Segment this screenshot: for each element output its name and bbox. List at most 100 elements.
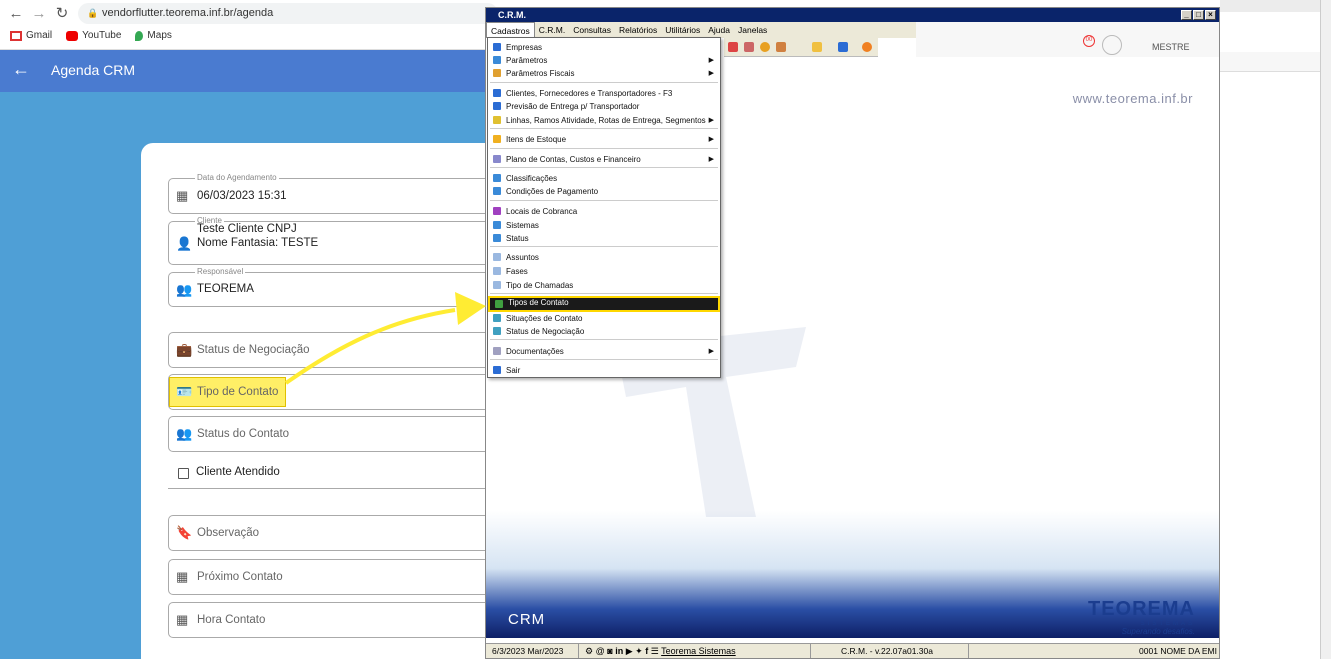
close-button[interactable]: × (1205, 10, 1216, 20)
menu-item-label: Tipos de Contato (508, 298, 569, 307)
menu-ajuda[interactable]: Ajuda (704, 22, 734, 38)
status-contato-field[interactable]: 👥 Status do Contato (168, 416, 498, 452)
menu-item-sistemas[interactable]: Sistemas (488, 219, 720, 232)
responsavel-field[interactable]: Responsável 👥 TEOREMA (168, 267, 498, 307)
menu-separator (490, 339, 718, 340)
email-icon[interactable]: @ (596, 646, 605, 656)
instagram-icon[interactable]: ◙ (607, 646, 612, 656)
app-header: ← Agenda CRM (0, 50, 486, 92)
hora-contato-field[interactable]: ▦ Hora Contato (168, 602, 498, 638)
teorema-sistemas-link[interactable]: Teorema Sistemas (661, 646, 736, 656)
menu-item-label: Itens de Estoque (506, 135, 567, 144)
menu-item-situacoes-de-contato[interactable]: Situações de Contato (488, 312, 720, 325)
group-icon: 👥 (176, 282, 193, 297)
agenda-tool-icon[interactable] (744, 42, 754, 52)
menu-item-classificacoes[interactable]: Classificações (488, 172, 720, 185)
menu-item-assuntos[interactable]: Assuntos (488, 251, 720, 264)
form-card: Data do Agendamento ▦ 06/03/2023 15:31 C… (141, 143, 498, 659)
menu-item-icon (493, 253, 501, 261)
address-bar[interactable]: 🔒 vendorflutter.teorema.inf.br/agenda (78, 3, 498, 24)
menu-crm[interactable]: C.R.M. (535, 22, 569, 38)
cliente-atendido-checkbox[interactable] (178, 468, 189, 479)
data-agendamento-field[interactable]: Data do Agendamento ▦ 06/03/2023 15:31 (168, 173, 498, 214)
reload-icon[interactable]: ↻ (54, 6, 70, 22)
menu-item-tipos-de-contato[interactable]: Tipos de Contato (488, 296, 720, 312)
status-negociacao-field[interactable]: 💼 Status de Negociação (168, 332, 498, 368)
menu-separator (490, 246, 718, 247)
menu-utilitarios[interactable]: Utilitários (661, 22, 704, 38)
user-name: MESTRE (1152, 42, 1190, 52)
background-window (1220, 0, 1331, 659)
website-watermark: www.teorema.inf.br (1072, 91, 1193, 106)
star-tool-icon[interactable] (812, 42, 822, 52)
menu-item-plano-de-contas-custos-e-financeiro[interactable]: Plano de Contas, Custos e Financeiro ▶ (488, 153, 720, 166)
youtube-icon[interactable]: ▶ (626, 646, 633, 656)
menu-item-fases[interactable]: Fases (488, 265, 720, 278)
menu-item-clientes-fornecedores-e-transportadores-f3[interactable]: Clientes, Fornecedores e Transportadores… (488, 87, 720, 100)
menu-item-label: Empresas (506, 43, 543, 52)
menu-item-documentacoes[interactable]: Documentações ▶ (488, 345, 720, 358)
menu-item-itens-de-estoque[interactable]: Itens de Estoque ▶ (488, 133, 720, 146)
back-arrow-icon[interactable]: ← (12, 59, 30, 80)
menu-separator (490, 148, 718, 149)
forward-icon[interactable]: → (31, 6, 47, 22)
info-tool-icon[interactable] (838, 42, 848, 52)
proximo-contato-field[interactable]: ▦ Próximo Contato (168, 559, 498, 595)
teorema-logo: TEOREMA SISTEMAS Superando desafios. (1088, 598, 1195, 636)
bookmark-gmail[interactable]: Gmail (10, 30, 52, 41)
back-icon[interactable]: ← (8, 6, 24, 22)
menu-item-linhas-ramos-atividade-rotas-de-entrega-segmentos[interactable]: Linhas, Ramos Atividade, Rotas de Entreg… (488, 114, 720, 127)
menu-consultas[interactable]: Consultas (569, 22, 615, 38)
menu-item-icon (493, 135, 501, 143)
menu-item-label: Clientes, Fornecedores e Transportadores… (506, 89, 673, 98)
menu-separator (490, 128, 718, 129)
menu-relatorios[interactable]: Relatórios (615, 22, 661, 38)
menu-item-status[interactable]: Status (488, 232, 720, 245)
menu-cadastros[interactable]: Cadastros (486, 22, 535, 38)
menu-janelas[interactable]: Janelas (734, 22, 771, 38)
minimize-button[interactable]: _ (1181, 10, 1192, 20)
cliente-field[interactable]: Cliente 👤 Teste Cliente CNPJ Nome Fantas… (168, 216, 498, 265)
menu-item-parametros[interactable]: Parâmetros ▶ (488, 54, 720, 67)
bookmark-youtube[interactable]: YouTube (66, 30, 121, 41)
tipo-contato-field[interactable]: 🪪 Tipo de Contato (168, 374, 498, 410)
menu-separator (490, 359, 718, 360)
menu-item-parametros-fiscais[interactable]: Parâmetros Fiscais ▶ (488, 67, 720, 80)
clock-tool-icon[interactable] (760, 42, 770, 52)
observacao-field[interactable]: 🔖 Observação (168, 515, 498, 551)
menu-item-empresas[interactable]: Empresas (488, 41, 720, 54)
twitter-icon[interactable]: ✦ (635, 646, 643, 656)
maps-icon (135, 30, 144, 41)
menu-item-sair[interactable]: Sair (488, 364, 720, 377)
menu-item-label: Condições de Pagamento (506, 187, 599, 196)
menu-item-label: Status (506, 234, 529, 243)
maximize-button[interactable]: □ (1193, 10, 1204, 20)
person-icon: 👤 (176, 236, 193, 251)
support-icon[interactable]: ⚙ (585, 646, 593, 656)
youtube-icon (66, 30, 79, 41)
menu-item-status-de-negociacao[interactable]: Status de Negociação (488, 325, 720, 338)
menu-item-label: Documentações (506, 347, 564, 356)
menu-item-label: Parâmetros Fiscais (506, 69, 575, 78)
avatar-icon[interactable] (1102, 35, 1122, 55)
menu-item-label: Fases (506, 267, 528, 276)
linkedin-icon[interactable]: in (615, 646, 623, 656)
report-tool-icon[interactable] (776, 42, 786, 52)
menu-item-locais-de-cobranca[interactable]: Locais de Cobranca (488, 205, 720, 218)
menu-separator (490, 293, 718, 294)
notification-icon[interactable]: 00 (1083, 35, 1095, 47)
calendar-tool-icon[interactable] (728, 42, 738, 52)
facebook-icon[interactable]: f (645, 646, 648, 656)
menu-item-previsao-de-entrega-p-transportador[interactable]: Previsão de Entrega p/ Transportador (488, 100, 720, 113)
menu-item-icon (493, 56, 501, 64)
bookmark-maps[interactable]: Maps (135, 30, 172, 41)
power-tool-icon[interactable] (862, 42, 872, 52)
menu-item-condicoes-de-pagamento[interactable]: Condições de Pagamento (488, 185, 720, 198)
scrollbar[interactable] (1320, 0, 1331, 659)
teorema-icon[interactable]: ☰ (651, 646, 659, 656)
menu-item-icon (493, 89, 501, 97)
menu-item-icon (493, 155, 501, 163)
menu-item-tipo-de-chamadas[interactable]: Tipo de Chamadas (488, 279, 720, 292)
bookmark-icon: 🔖 (176, 525, 193, 540)
app-title: Agenda CRM (51, 62, 136, 78)
